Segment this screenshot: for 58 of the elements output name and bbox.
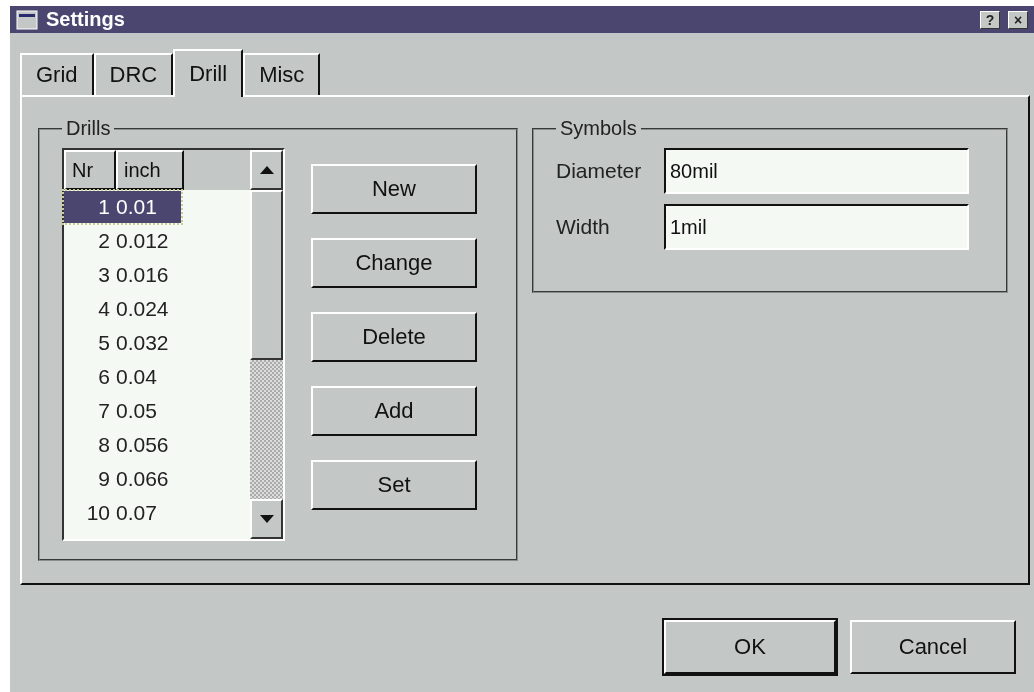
list-row[interactable]: 3 0.016 (64, 259, 181, 291)
drill-size: 0.024 (115, 297, 169, 321)
down-arrow-icon (259, 515, 274, 523)
action-button[interactable]: New (311, 164, 477, 214)
ok-button[interactable]: OK (664, 620, 836, 674)
list-row[interactable]: 2 0.012 (64, 225, 181, 257)
list-row[interactable]: 4 0.024 (64, 293, 181, 325)
tab[interactable]: Grid (20, 53, 94, 95)
list-row[interactable]: 10 0.07 (64, 497, 181, 529)
tab[interactable]: Misc (243, 53, 321, 95)
tab[interactable]: Drill (173, 49, 244, 97)
drill-number: 5 (97, 331, 110, 355)
scroll-up-button[interactable] (250, 150, 283, 190)
window-title: Settings (46, 8, 126, 31)
list-row[interactable]: 5 0.032 (64, 327, 181, 359)
drill-list[interactable]: Nr inch 1 0.01 2 0.012 3 0.016 4 0.024 5 0.032 6 0.04 7 0.05 8 0.056 9 0.066 10 0.07 (62, 148, 285, 541)
up-arrow-icon (259, 166, 274, 174)
drill-size: 0.07 (115, 501, 157, 525)
field-label: Diameter (556, 159, 643, 183)
list-row[interactable]: 9 0.066 (64, 463, 181, 495)
scroll-down-button[interactable] (250, 499, 283, 539)
action-button[interactable]: Delete (311, 312, 477, 362)
list-row[interactable]: 1 0.01 (64, 191, 181, 223)
drill-size: 0.05 (115, 399, 157, 423)
input-field[interactable]: 80mil (664, 148, 969, 194)
drill-number: 9 (97, 467, 110, 491)
tab[interactable]: DRC (93, 53, 174, 95)
help-button[interactable]: ? (980, 10, 1000, 29)
group-title: Drills (65, 117, 112, 140)
group-title: Symbols (559, 117, 638, 140)
drill-number: 10 (85, 501, 110, 525)
list-row[interactable]: 6 0.04 (64, 361, 181, 393)
drill-size: 0.066 (115, 467, 169, 491)
action-button[interactable]: Change (311, 238, 477, 288)
scrollbar[interactable] (250, 150, 283, 539)
list-row[interactable]: 8 0.056 (64, 429, 181, 461)
drill-number: 4 (97, 297, 110, 321)
drill-number: 6 (97, 365, 110, 389)
scroll-thumb[interactable] (250, 190, 283, 360)
input-field[interactable]: 1mil (664, 204, 969, 250)
drill-number: 8 (97, 433, 110, 457)
close-button[interactable]: × (1008, 10, 1028, 29)
drill-size: 0.056 (115, 433, 169, 457)
field-label: Width (556, 215, 611, 239)
drill-number: 1 (97, 195, 110, 219)
list-row[interactable]: 7 0.05 (64, 395, 181, 427)
action-button[interactable]: Set (311, 460, 477, 510)
drill-number: 7 (97, 399, 110, 423)
drill-size: 0.016 (115, 263, 169, 287)
cancel-button[interactable]: Cancel (850, 620, 1016, 674)
window-menu-icon[interactable] (16, 9, 38, 30)
drill-size: 0.032 (115, 331, 169, 355)
drill-size: 0.04 (115, 365, 157, 389)
action-button[interactable]: Add (311, 386, 477, 436)
drill-size: 0.012 (115, 229, 169, 253)
drill-number: 2 (97, 229, 110, 253)
drill-size: 0.01 (115, 195, 157, 219)
drill-number: 3 (97, 263, 110, 287)
